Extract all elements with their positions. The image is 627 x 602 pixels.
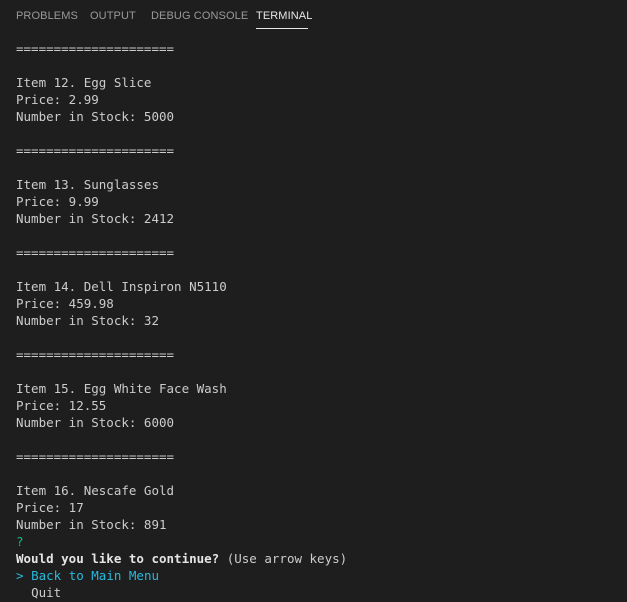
terminal-panel: PROBLEMS OUTPUT DEBUG CONSOLE TERMINAL =… (0, 0, 627, 602)
item-stock: Number in Stock: 891 (16, 517, 167, 532)
separator-line: ===================== (16, 41, 175, 56)
selection-pointer-icon: > (16, 568, 24, 583)
item-price: Price: 12.55 (16, 398, 107, 413)
item-title: Item 16. Nescafe Gold (16, 483, 175, 498)
prompt-hint: (Use arrow keys) (226, 551, 348, 566)
prompt-question: Would you like to continue? (16, 551, 220, 566)
separator-line: ===================== (16, 449, 175, 464)
tab-terminal[interactable]: TERMINAL (256, 9, 312, 23)
item-price: Price: 17 (16, 500, 84, 515)
prompt-line: Would you like to continue? (Use arrow k… (16, 550, 347, 567)
choice-pointer-blank (16, 585, 24, 600)
item-stock: Number in Stock: 5000 (16, 109, 175, 124)
prompt-question-mark: ? (16, 534, 24, 549)
item-price: Price: 2.99 (16, 92, 99, 107)
tab-debug-console[interactable]: DEBUG CONSOLE (151, 9, 248, 23)
separator-line: ===================== (16, 245, 175, 260)
choice-quit[interactable]: Quit (16, 584, 61, 601)
item-stock: Number in Stock: 2412 (16, 211, 175, 226)
tab-problems[interactable]: PROBLEMS (16, 9, 78, 23)
active-tab-indicator (256, 28, 308, 29)
item-title: Item 15. Egg White Face Wash (16, 381, 227, 396)
item-stock: Number in Stock: 6000 (16, 415, 175, 430)
item-price: Price: 459.98 (16, 296, 114, 311)
tab-output[interactable]: OUTPUT (90, 9, 136, 23)
choice-label: Back to Main Menu (31, 568, 159, 583)
choice-label: Quit (31, 585, 62, 600)
panel-tab-bar: PROBLEMS OUTPUT DEBUG CONSOLE TERMINAL (0, 0, 627, 32)
separator-line: ===================== (16, 347, 175, 362)
item-stock: Number in Stock: 32 (16, 313, 159, 328)
item-price: Price: 9.99 (16, 194, 99, 209)
separator-line: ===================== (16, 143, 175, 158)
item-title: Item 13. Sunglasses (16, 177, 159, 192)
item-title: Item 12. Egg Slice (16, 75, 152, 90)
choice-back-to-main-menu[interactable]: > Back to Main Menu (16, 567, 159, 584)
item-title: Item 14. Dell Inspiron N5110 (16, 279, 227, 294)
